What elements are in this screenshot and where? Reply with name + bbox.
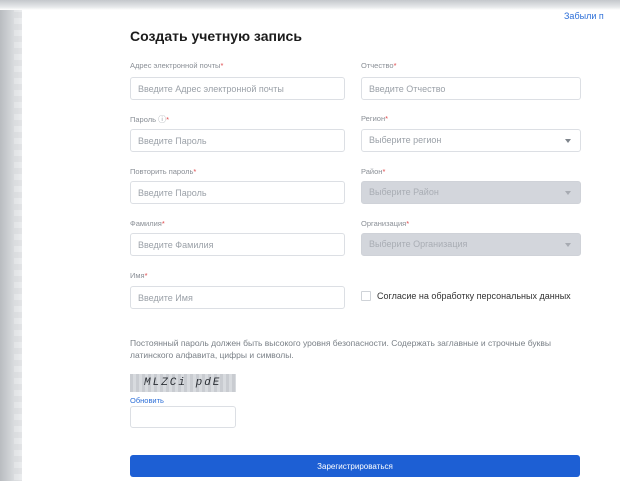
required-mark: * — [161, 219, 165, 228]
repeat-password-field[interactable] — [130, 181, 345, 204]
captcha-image: MLZCi pdE — [130, 374, 236, 392]
patronymic-label: Отчество* — [361, 61, 397, 70]
consent-checkbox[interactable] — [361, 291, 371, 301]
region-label: Регион* — [361, 114, 389, 123]
background-strip-left — [0, 0, 22, 481]
surname-label: Фамилия* — [130, 219, 165, 228]
region-select[interactable]: Выберите регион — [361, 129, 581, 152]
required-mark: * — [393, 61, 397, 70]
consent-label: Согласие на обработку персональных данны… — [377, 291, 571, 301]
chevron-down-icon — [565, 243, 571, 247]
chevron-down-icon — [565, 139, 571, 143]
repeat-password-label: Повторить пароль* — [130, 167, 197, 176]
required-mark: * — [382, 167, 386, 176]
password-label: Пароль ⓘ* — [130, 115, 170, 124]
district-label: Район* — [361, 167, 386, 176]
chevron-down-icon — [565, 191, 571, 195]
patronymic-field[interactable] — [361, 77, 581, 100]
name-field[interactable] — [130, 286, 345, 309]
captcha-refresh-link[interactable]: Обновить — [130, 396, 164, 405]
password-requirements-note: Постоянный пароль должен быть высокого у… — [130, 338, 551, 360]
consent-checkbox-row[interactable]: Согласие на обработку персональных данны… — [361, 291, 571, 301]
name-label: Имя* — [130, 271, 148, 280]
captcha-input[interactable] — [130, 406, 236, 428]
captcha-text: MLZCi pdE — [144, 377, 222, 389]
district-select[interactable]: Выберите Район — [361, 181, 581, 204]
required-mark: * — [166, 115, 170, 124]
surname-field[interactable] — [130, 233, 345, 256]
email-field[interactable] — [130, 77, 345, 100]
required-mark: * — [385, 114, 389, 123]
required-mark: * — [193, 167, 197, 176]
required-mark: * — [220, 61, 224, 70]
page-title: Создать учетную запись — [130, 28, 302, 44]
background-strip-top — [0, 0, 620, 10]
required-mark: * — [144, 271, 148, 280]
required-mark: * — [406, 219, 410, 228]
register-button[interactable]: Зарегистрироваться — [130, 455, 580, 477]
password-field[interactable] — [130, 129, 345, 152]
forgot-password-link[interactable]: Забыли п — [564, 11, 604, 21]
district-select-value: Выберите Район — [369, 187, 439, 197]
email-label: Адрес электронной почты* — [130, 61, 224, 70]
help-icon[interactable]: ⓘ — [158, 115, 166, 124]
organization-label: Организация* — [361, 219, 410, 228]
organization-select-value: Выберите Организация — [369, 239, 468, 249]
organization-select[interactable]: Выберите Организация — [361, 233, 581, 256]
region-select-value: Выберите регион — [369, 135, 442, 145]
